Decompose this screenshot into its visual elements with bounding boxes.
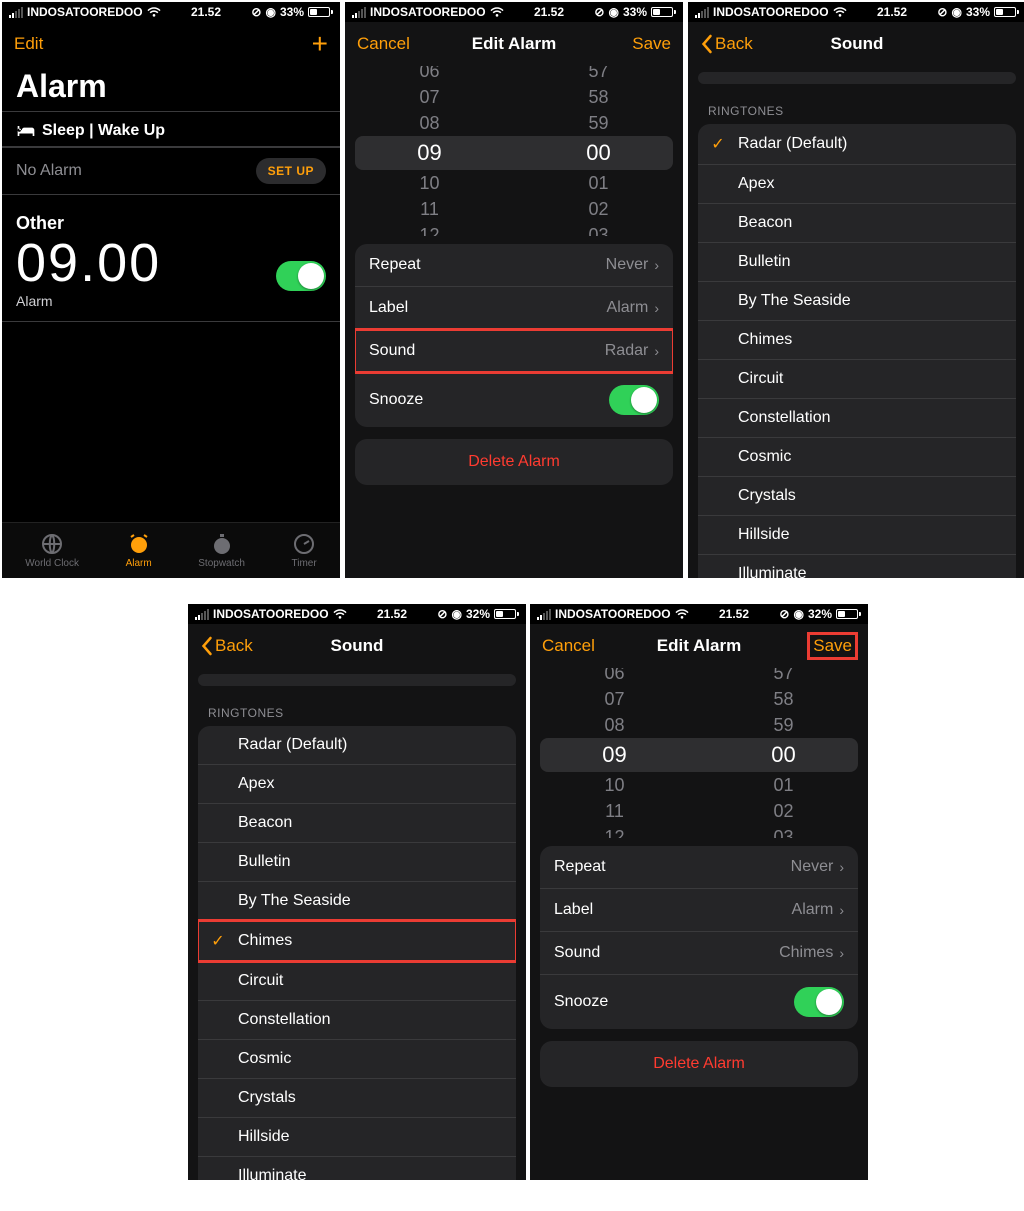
orientation-lock-icon: ⊘	[251, 5, 261, 19]
timer-icon	[292, 532, 316, 556]
wifi-icon	[147, 7, 161, 17]
ringtone-item-chimes[interactable]: ✓Chimes	[198, 920, 516, 961]
clock-label: 21.52	[191, 5, 221, 19]
alarm-toggle[interactable]	[276, 261, 326, 291]
nav-bar: Cancel Edit Alarm Save	[345, 22, 683, 66]
ringtone-item[interactable]: Crystals	[698, 476, 1016, 515]
screen-sound-list-chimes: INDOSATOOREDOO21.52⊘◉32% Back Sound RING…	[188, 604, 526, 1180]
ringtone-item[interactable]: Bulletin	[198, 842, 516, 881]
other-section-header: Other	[2, 194, 340, 234]
sound-row[interactable]: Sound Radar›	[355, 329, 673, 372]
status-bar: INDOSATOOREDOO 21.52 ⊘◉33%	[345, 2, 683, 22]
ringtone-item[interactable]: Illuminate	[198, 1156, 516, 1180]
alarm-status-icon: ◉	[265, 5, 275, 19]
label-row[interactable]: LabelAlarm›	[540, 888, 858, 931]
time-picker[interactable]: 06070809101112 57585900010203	[530, 668, 868, 838]
ringtone-item[interactable]: Circuit	[698, 359, 1016, 398]
chevron-right-icon: ›	[654, 257, 659, 273]
ringtone-item[interactable]: Bulletin	[698, 242, 1016, 281]
setup-button[interactable]: SET UP	[256, 158, 326, 184]
chevron-left-icon	[200, 636, 213, 656]
ringtone-item[interactable]: Chimes	[698, 320, 1016, 359]
save-button[interactable]: Save	[796, 634, 856, 658]
tab-world-clock[interactable]: World Clock	[25, 532, 79, 569]
tab-bar: World Clock Alarm Stopwatch Timer	[2, 522, 340, 578]
globe-icon	[40, 532, 64, 556]
ringtone-item[interactable]: Beacon	[198, 803, 516, 842]
ringtone-item[interactable]: Constellation	[198, 1000, 516, 1039]
check-icon: ✓	[708, 134, 728, 154]
ringtones-header: RINGTONES	[688, 90, 1024, 124]
snooze-toggle[interactable]	[609, 385, 659, 415]
alarm-sublabel: Alarm	[2, 293, 175, 317]
back-button[interactable]: Back	[200, 636, 260, 656]
screen-edit-alarm-save: INDOSATOOREDOO21.52⊘◉32% Cancel Edit Ala…	[530, 604, 868, 1180]
check-icon: ✓	[208, 931, 228, 951]
chevron-left-icon	[700, 34, 713, 54]
carrier-label: INDOSATOOREDOO	[27, 5, 143, 19]
ringtone-item[interactable]: Hillside	[698, 515, 1016, 554]
no-alarm-row: No Alarm SET UP	[2, 147, 340, 194]
sound-row[interactable]: SoundChimes›	[540, 931, 858, 974]
ringtone-item[interactable]: By The Seaside	[698, 281, 1016, 320]
snooze-toggle[interactable]	[794, 987, 844, 1017]
ringtone-item[interactable]: Cosmic	[198, 1039, 516, 1078]
page-title: Alarm	[2, 66, 340, 111]
alarm-icon	[127, 532, 151, 556]
alarm-time[interactable]: 09.00	[2, 234, 175, 293]
nav-title: Edit Alarm	[417, 34, 611, 54]
ringtone-item[interactable]: Radar (Default)	[198, 726, 516, 764]
sleep-label: Sleep | Wake Up	[42, 122, 165, 140]
label-row[interactable]: Label Alarm›	[355, 286, 673, 329]
snooze-row: Snooze	[355, 372, 673, 427]
time-picker[interactable]: 06 07 08 09 10 11 12 57 58 59 00 01 02 0…	[345, 66, 683, 236]
signal-icon	[9, 7, 23, 18]
ringtones-list: ✓Radar (Default) Apex Beacon Bulletin By…	[698, 124, 1016, 578]
edit-button[interactable]: Edit	[14, 34, 74, 54]
tab-alarm[interactable]: Alarm	[126, 532, 152, 569]
add-alarm-button[interactable]: +	[268, 30, 328, 58]
screen-alarm-list: INDOSATOOREDOO 21.52 ⊘ ◉ 33% Edit + Alar…	[2, 2, 340, 578]
tab-stopwatch[interactable]: Stopwatch	[198, 532, 245, 569]
ringtone-item[interactable]: ✓Radar (Default)	[698, 124, 1016, 164]
cancel-button[interactable]: Cancel	[357, 34, 417, 54]
battery-pct: 33%	[280, 5, 304, 19]
ringtone-item[interactable]: Circuit	[198, 961, 516, 1000]
screen-edit-alarm: INDOSATOOREDOO 21.52 ⊘◉33% Cancel Edit A…	[345, 2, 683, 578]
ringtone-item[interactable]: Crystals	[198, 1078, 516, 1117]
battery-icon	[308, 7, 333, 17]
stopwatch-icon	[210, 532, 234, 556]
nav-bar: Edit +	[2, 22, 340, 66]
delete-alarm-button[interactable]: Delete Alarm	[355, 439, 673, 485]
delete-alarm-button[interactable]: Delete Alarm	[540, 1041, 858, 1087]
ringtone-item[interactable]: Apex	[198, 764, 516, 803]
screen-sound-list: INDOSATOOREDOO21.52⊘◉33% Back Sound RING…	[688, 2, 1024, 578]
sleep-section-header: Sleep | Wake Up	[2, 111, 340, 147]
ringtone-item[interactable]: By The Seaside	[198, 881, 516, 920]
bed-icon	[16, 124, 36, 138]
ringtone-item[interactable]: Constellation	[698, 398, 1016, 437]
ringtone-item[interactable]: Illuminate	[698, 554, 1016, 578]
save-button[interactable]: Save	[611, 34, 671, 54]
no-alarm-text: No Alarm	[16, 162, 82, 180]
ringtone-item[interactable]: Beacon	[698, 203, 1016, 242]
back-button[interactable]: Back	[700, 34, 760, 54]
cancel-button[interactable]: Cancel	[542, 636, 602, 656]
tab-timer[interactable]: Timer	[292, 532, 317, 569]
snooze-row: Snooze	[540, 974, 858, 1029]
ringtone-item[interactable]: Apex	[698, 164, 1016, 203]
repeat-row[interactable]: RepeatNever›	[540, 846, 858, 888]
status-bar: INDOSATOOREDOO 21.52 ⊘ ◉ 33%	[2, 2, 340, 22]
alarm-options-card: Repeat Never› Label Alarm› Sound Radar› …	[355, 244, 673, 427]
repeat-row[interactable]: Repeat Never›	[355, 244, 673, 286]
ringtone-item[interactable]: Cosmic	[698, 437, 1016, 476]
ringtone-item[interactable]: Hillside	[198, 1117, 516, 1156]
